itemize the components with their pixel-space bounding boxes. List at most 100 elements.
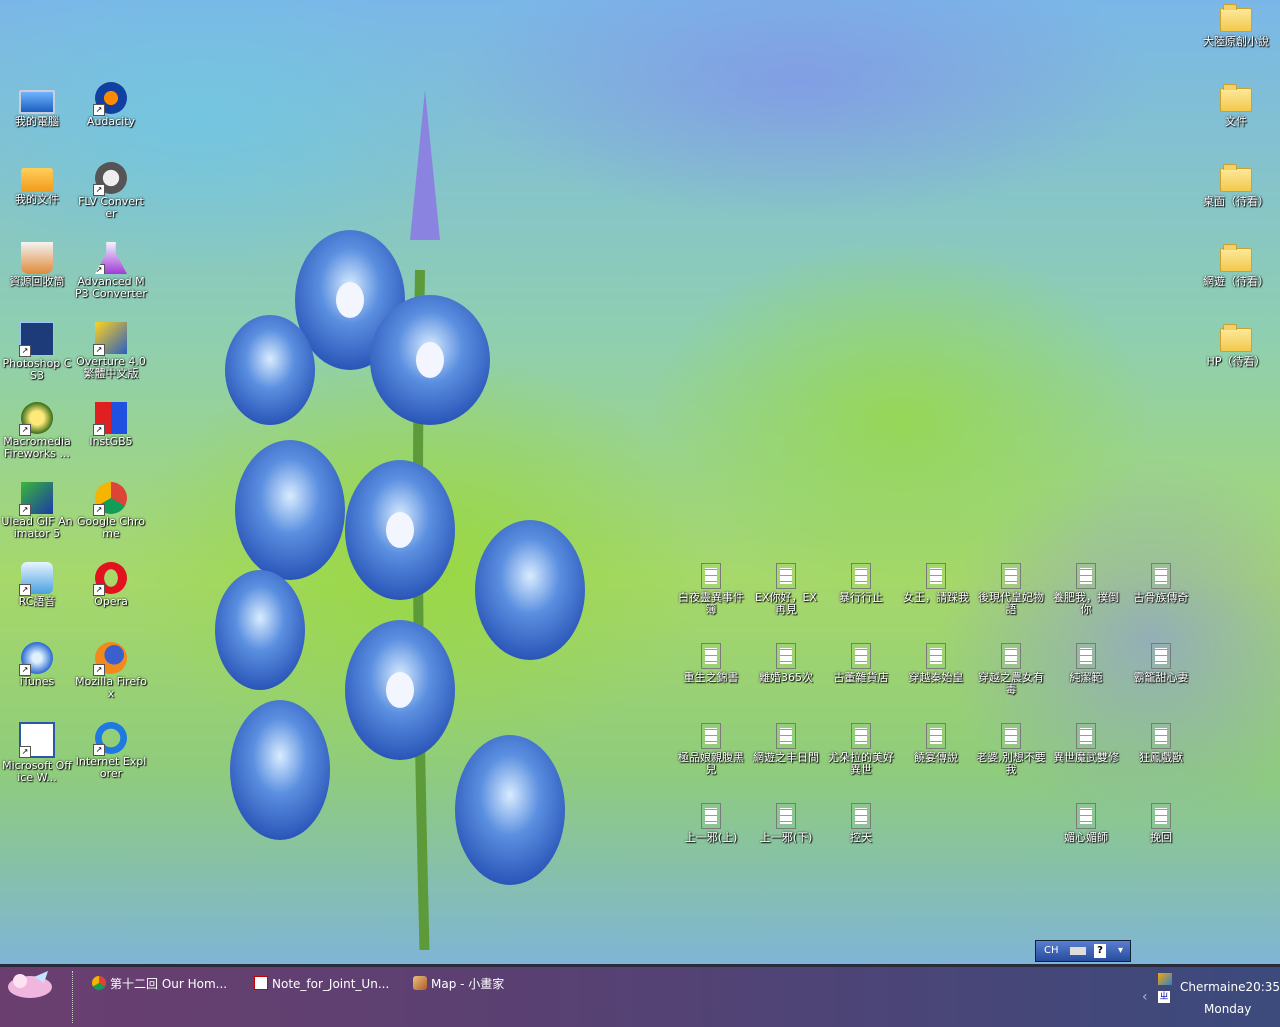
task-chrome-window[interactable]: 第十二回 Our Hom... bbox=[92, 973, 232, 995]
text-file-label: 異世魔武雙修 bbox=[1053, 751, 1119, 764]
desktop-shortcut-photoshop[interactable]: ↗ Photoshop CS3 bbox=[0, 322, 75, 382]
desktop-folder[interactable]: 文件 bbox=[1198, 82, 1274, 128]
help-icon[interactable]: ? bbox=[1094, 944, 1106, 958]
text-file-label: 極品娘親腹黑兒 bbox=[678, 751, 744, 776]
desktop-folder[interactable]: 網遊（待看） bbox=[1198, 242, 1274, 288]
folder-icon bbox=[1220, 4, 1252, 32]
text-file-icon-item[interactable]: 狂鳳戲獸 bbox=[1123, 720, 1199, 764]
language-bar[interactable]: CH ? ▾ bbox=[1035, 940, 1131, 962]
desktop-folder[interactable]: HP（待看） bbox=[1198, 322, 1274, 368]
text-file-icon-item[interactable]: 養肥我，撲倒你 bbox=[1048, 560, 1124, 616]
desktop-shortcut-rc-voice[interactable]: ↗ RC語音 bbox=[0, 562, 75, 608]
text-document-icon bbox=[1076, 643, 1096, 669]
task-label: Note_for_Joint_Un... bbox=[272, 977, 390, 991]
desktop-shortcut-audacity[interactable]: ↗ Audacity bbox=[73, 82, 149, 128]
text-file-icon-item[interactable]: 控天 bbox=[823, 800, 899, 844]
text-file-icon-item[interactable]: 古董雜貨店 bbox=[823, 640, 899, 684]
task-paint-window[interactable]: Map - 小畫家 bbox=[413, 973, 523, 995]
text-file-icon-item[interactable]: 穿越秦始皇 bbox=[898, 640, 974, 684]
text-file-icon-item[interactable]: 上一邪(下) bbox=[748, 800, 824, 844]
desktop-icon-label: 資源回收筒 bbox=[9, 275, 65, 288]
text-file-icon-item[interactable]: 離婚365次 bbox=[748, 640, 824, 684]
desktop-folder[interactable]: 大陸原創小說 bbox=[1198, 2, 1274, 48]
desktop-shortcut-chrome[interactable]: ↗ Google Chrome bbox=[73, 482, 149, 540]
text-file-icon-item[interactable]: 古骨族傳奇 bbox=[1123, 560, 1199, 604]
text-file-icon-item[interactable]: 饒宴傳說 bbox=[898, 720, 974, 764]
text-file-icon-item[interactable]: 老婆,別想不要我 bbox=[973, 720, 1049, 776]
desktop-shortcut-flv-converter[interactable]: ↗ FLV Converter bbox=[73, 162, 149, 220]
language-indicator[interactable]: CH bbox=[1044, 944, 1059, 958]
langbar-options-icon[interactable]: ▾ bbox=[1118, 944, 1123, 958]
desktop-shortcut-mp3-converter[interactable]: ↗ Advanced MP3 Converter bbox=[73, 242, 149, 300]
text-document-icon bbox=[701, 563, 721, 589]
desktop-shortcut-ie[interactable]: ↗ Internet Explorer bbox=[73, 722, 149, 780]
text-file-icon-item[interactable]: 網遊之丰日間 bbox=[748, 720, 824, 764]
text-file-label: 古骨族傳奇 bbox=[1133, 591, 1189, 604]
network-icon[interactable] bbox=[1158, 973, 1172, 985]
desktop-shortcut-firefox[interactable]: ↗ Mozilla Firefox bbox=[73, 642, 149, 700]
text-file-icon-item[interactable]: 尤朵拉的美好異世 bbox=[823, 720, 899, 776]
overture-icon: ↗ bbox=[93, 322, 127, 356]
text-file-label: 穿越秦始皇 bbox=[908, 671, 964, 684]
audacity-icon: ↗ bbox=[93, 82, 127, 116]
desktop-shortcut-itunes[interactable]: ↗ iTunes bbox=[0, 642, 75, 688]
text-file-icon-item[interactable]: 女王，請踩我 bbox=[898, 560, 974, 604]
desktop-shortcut-instgb5[interactable]: ↗ InstGB5 bbox=[73, 402, 149, 448]
text-document-icon bbox=[701, 723, 721, 749]
shortcut-arrow-icon: ↗ bbox=[93, 104, 105, 116]
text-file-icon-item[interactable]: 上一邪(上) bbox=[673, 800, 749, 844]
input-method-icon[interactable]: ㄓ bbox=[1158, 991, 1170, 1003]
text-file-icon-item[interactable]: 媚心媚師 bbox=[1048, 800, 1124, 844]
task-pdf-window[interactable]: Note_for_Joint_Un... bbox=[254, 973, 394, 995]
tray-expand-chevron-icon[interactable]: ‹ bbox=[1142, 989, 1148, 1005]
text-document-icon bbox=[1001, 643, 1021, 669]
text-file-icon-item[interactable]: 白夜靈異事件簿 bbox=[673, 560, 749, 616]
desktop-icon-label: Google Chrome bbox=[77, 515, 145, 540]
desktop-shortcut-word[interactable]: ↗ Microsoft Office W... bbox=[0, 722, 75, 784]
text-file-label: 養肥我，撲倒你 bbox=[1053, 591, 1119, 616]
text-file-icon-item[interactable]: 穿越之農女有毒 bbox=[973, 640, 1049, 696]
taskbar: 第十二回 Our Hom... Note_for_Joint_Un... Map… bbox=[0, 964, 1280, 1027]
chrome-icon: ↗ bbox=[93, 482, 127, 516]
text-file-icon-item[interactable]: 後現代皇妃物語 bbox=[973, 560, 1049, 616]
desktop-folder[interactable]: 桌面（待看） bbox=[1198, 162, 1274, 208]
shortcut-arrow-icon: ↗ bbox=[93, 344, 105, 356]
shortcut-arrow-icon: ↗ bbox=[93, 664, 105, 676]
text-file-label: 穿越之農女有毒 bbox=[978, 671, 1044, 696]
text-file-label: 純潔範 bbox=[1069, 671, 1103, 684]
text-file-icon-item[interactable]: 重生之錦書 bbox=[673, 640, 749, 684]
desktop-shortcut-overture[interactable]: ↗ Overture 4.0 繁體中文版 bbox=[73, 322, 149, 380]
desktop-shortcut-computer[interactable]: 我的電腦 bbox=[0, 82, 75, 128]
clock-day[interactable]: Monday bbox=[1204, 1002, 1251, 1016]
desktop-shortcut-my-documents[interactable]: 我的文件 bbox=[0, 162, 75, 206]
shortcut-arrow-icon: ↗ bbox=[93, 744, 105, 756]
text-document-icon bbox=[701, 643, 721, 669]
start-button[interactable] bbox=[0, 967, 62, 1003]
text-file-icon-item[interactable]: 極品娘親腹黑兒 bbox=[673, 720, 749, 776]
desktop-icon-label: Advanced MP3 Converter bbox=[75, 275, 147, 300]
text-file-label: 後現代皇妃物語 bbox=[978, 591, 1044, 616]
desktop-icon-label: FLV Converter bbox=[78, 195, 144, 220]
text-file-label: 古董雜貨店 bbox=[833, 671, 889, 684]
text-file-icon-item[interactable]: 純潔範 bbox=[1048, 640, 1124, 684]
system-tray: ‹ ㄓ bbox=[1140, 967, 1280, 1027]
taskbar-separator[interactable] bbox=[72, 971, 76, 1023]
desktop-shortcut-fireworks[interactable]: ↗ Macromedia Fireworks ... bbox=[0, 402, 75, 460]
text-file-icon-item[interactable]: EX你好，EX再見 bbox=[748, 560, 824, 616]
text-file-label: 霸籠甜心妻 bbox=[1133, 671, 1189, 684]
desktop-shortcut-opera[interactable]: ↗ Opera bbox=[73, 562, 149, 608]
tray-clock[interactable]: Chermaine20:35 bbox=[1180, 980, 1280, 994]
text-file-icon-item[interactable]: 挽回 bbox=[1123, 800, 1199, 844]
photoshop-icon: ↗ bbox=[19, 322, 54, 357]
desktop-shortcut-ulead-gif[interactable]: ↗ Ulead GIF Animator 5 bbox=[0, 482, 75, 540]
text-document-icon bbox=[1151, 803, 1171, 829]
text-file-icon-item[interactable]: 暴行行止 bbox=[823, 560, 899, 604]
text-file-icon-item[interactable]: 霸籠甜心妻 bbox=[1123, 640, 1199, 684]
text-file-icon-item[interactable]: 異世魔武雙修 bbox=[1048, 720, 1124, 764]
desktop-shortcut-recycle-bin[interactable]: 資源回收筒 bbox=[0, 242, 75, 288]
keyboard-icon[interactable] bbox=[1070, 947, 1086, 955]
desktop-icon-label: InstGB5 bbox=[89, 435, 133, 448]
desktop-icon-label: Photoshop CS3 bbox=[2, 357, 72, 382]
text-file-label: 網遊之丰日間 bbox=[753, 751, 819, 764]
text-file-label: 女王，請踩我 bbox=[903, 591, 969, 604]
